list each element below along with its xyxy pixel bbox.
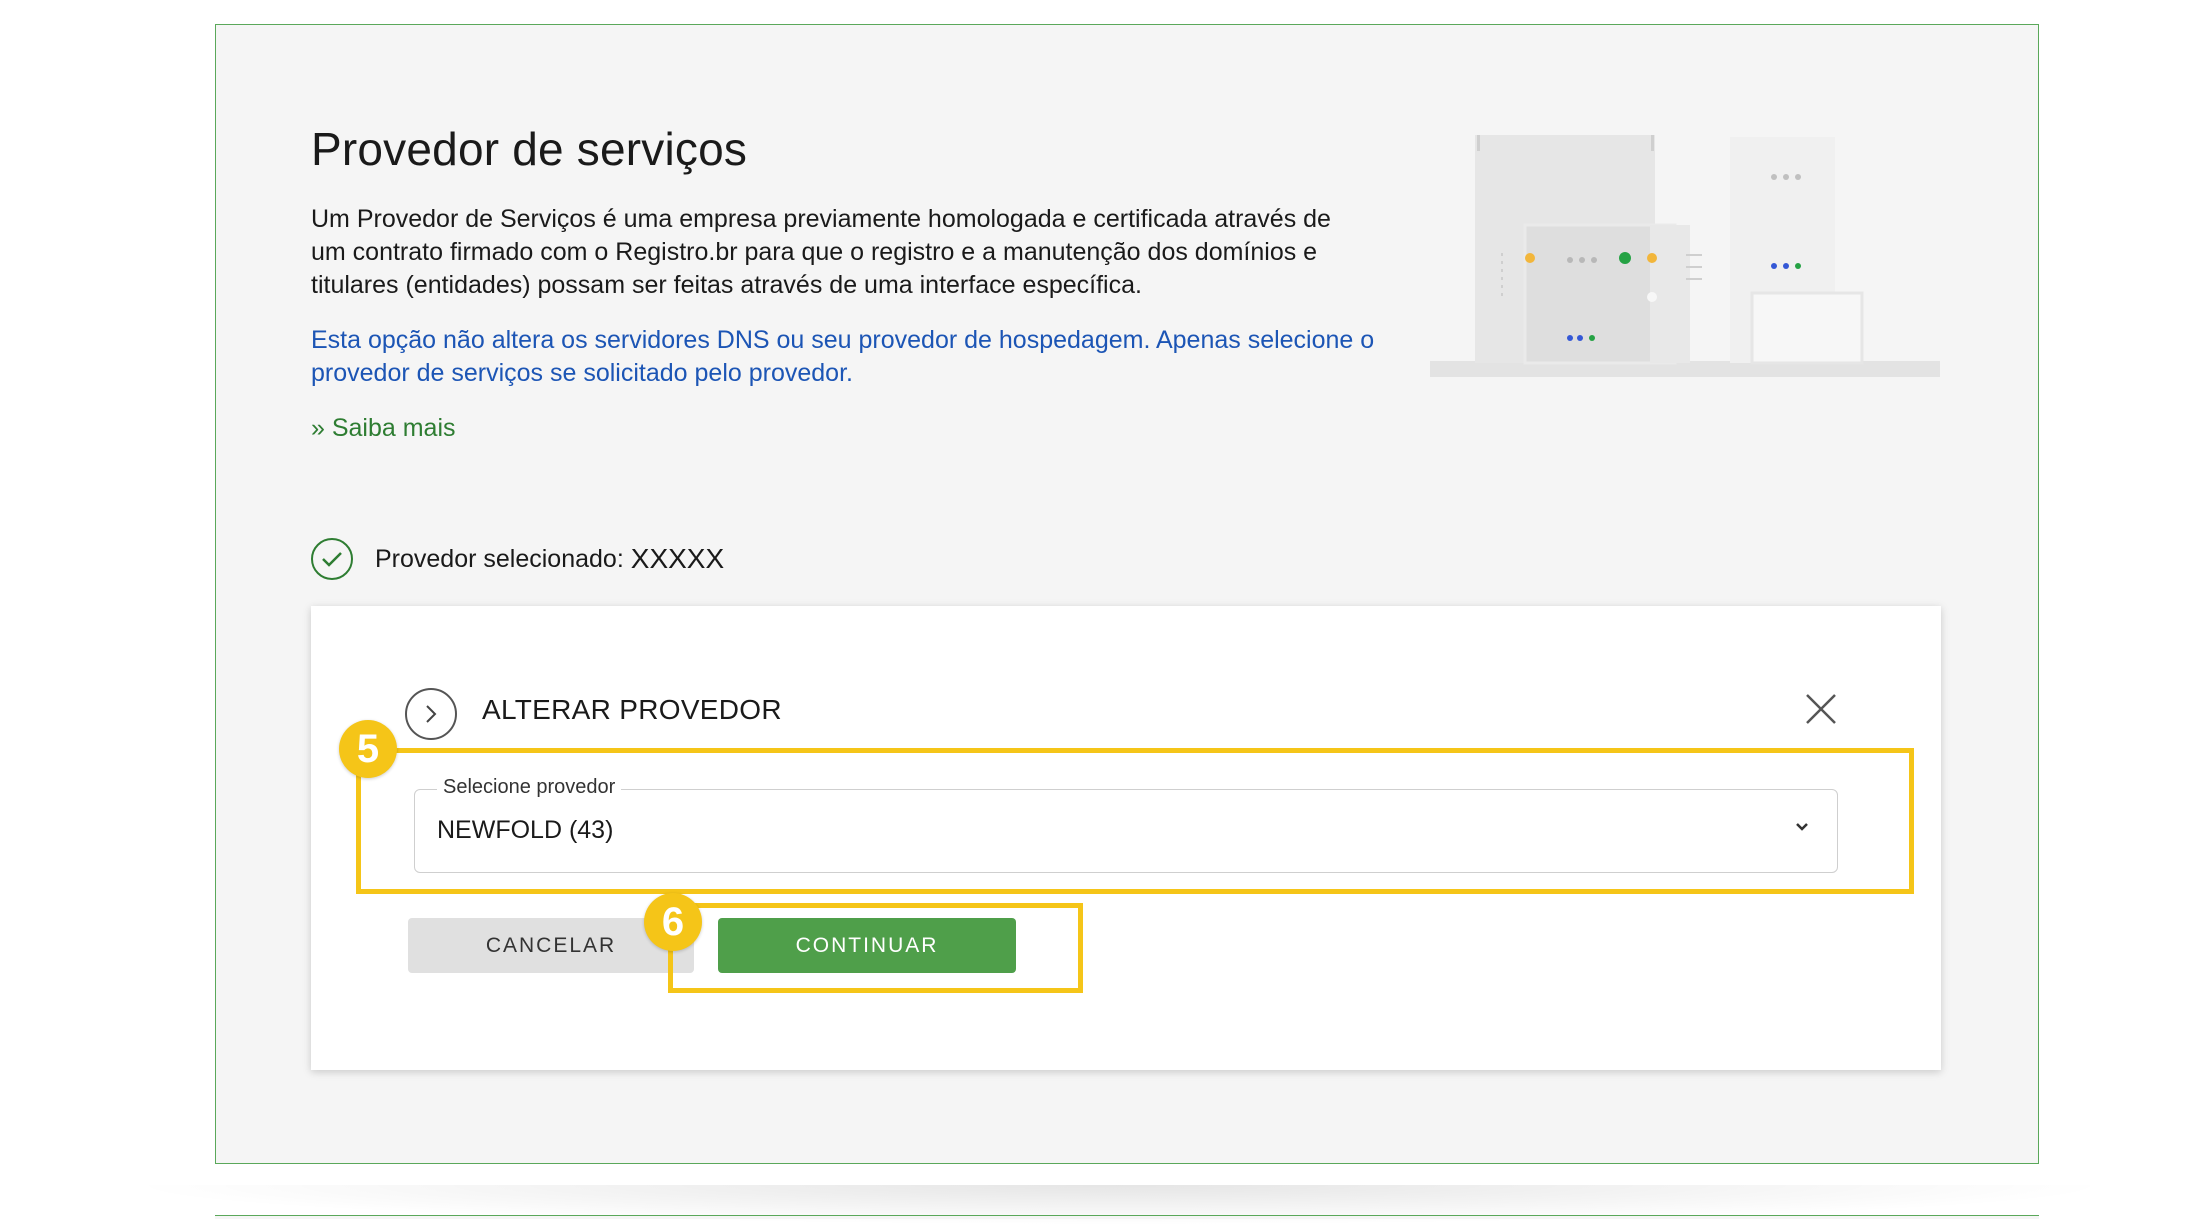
servers-illustration (1430, 135, 1940, 377)
chevron-right-icon (405, 688, 457, 740)
next-panel-shadow (120, 1185, 2120, 1225)
selected-provider-row: Provedor selecionado: XXXXX (311, 535, 724, 583)
change-provider-title: ALTERAR PROVEDOR (482, 694, 782, 725)
step-badge-5: 5 (339, 720, 397, 778)
step-badge-6: 6 (644, 893, 702, 951)
next-panel-edge (215, 1215, 2039, 1219)
close-icon[interactable] (1804, 692, 1838, 726)
highlight-box-step-6 (668, 903, 1083, 993)
selected-provider-label: Provedor selecionado: (375, 544, 624, 573)
learn-more-link[interactable]: » Saiba mais (311, 414, 456, 443)
dns-note: Esta opção não altera os servidores DNS … (311, 326, 1375, 387)
page-title: Provedor de serviços (311, 123, 748, 175)
page-description: Um Provedor de Serviços é uma empresa pr… (311, 205, 1331, 299)
highlight-box-step-5 (356, 748, 1914, 894)
check-circle-icon (311, 538, 353, 580)
selected-provider-value: XXXXX (630, 543, 725, 574)
